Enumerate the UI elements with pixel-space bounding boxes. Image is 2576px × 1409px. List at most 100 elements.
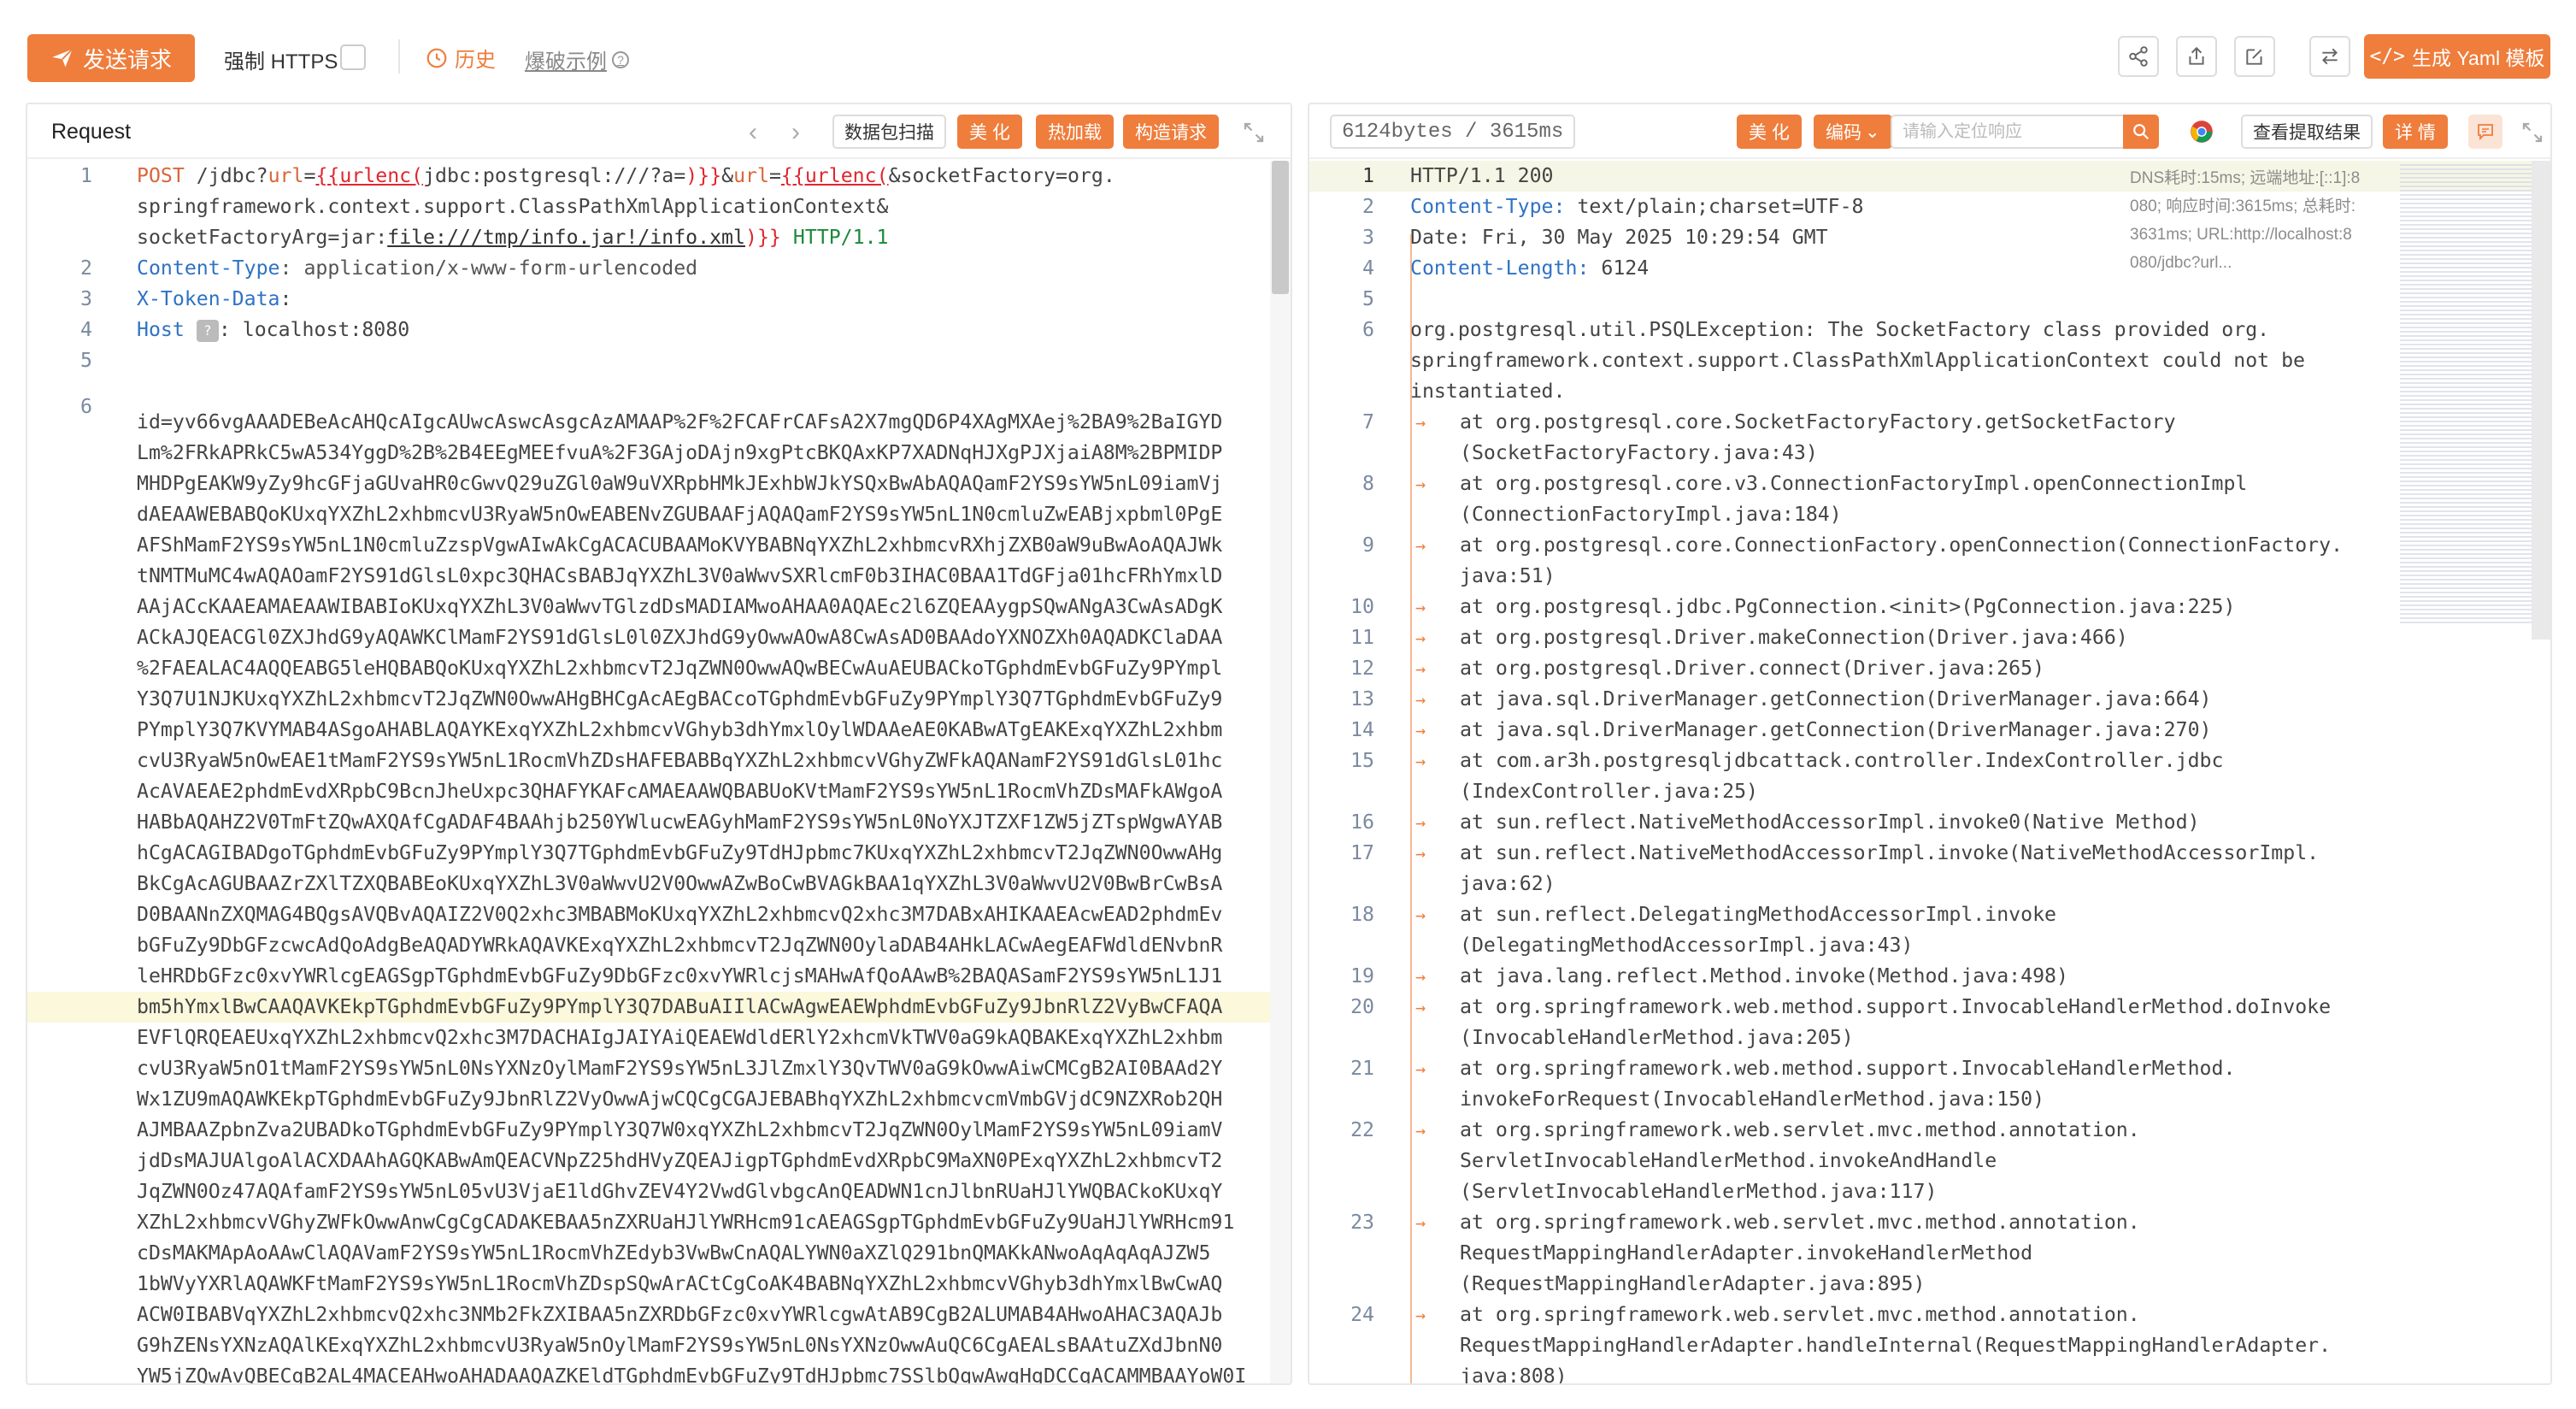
line-number: 19 [1350,964,1374,987]
line-number: 8 [1362,472,1374,495]
chrome-icon[interactable] [2190,120,2214,144]
line-number: 16 [1350,811,1374,834]
history-button[interactable]: 历史 [426,43,496,73]
response-value: (ServletInvocableHandlerMethod.java:117) [1460,1180,1938,1203]
body-line: G9hZENsYXNzAQAlKExqYXZhL2xhbmcvU3RyaW5nO… [137,1334,1223,1357]
response-line: 7 → at org.postgresql.core.SocketFactoryFa… [1309,407,2550,438]
body-line: Wx1ZU9mAQAWKEkpTGphdmEvbGFuZy9JbnRlZ2VyO… [137,1088,1223,1111]
send-request-button[interactable]: 发送请求 [27,34,195,82]
trace-arrow-icon: → [1415,812,1426,833]
code-minimap[interactable] [2400,164,2532,626]
trace-arrow-icon: → [1415,1212,1426,1233]
response-text: springframework.context.support.ClassPat… [1410,345,2305,376]
generate-yaml-label: 生成 Yaml 模板 [2412,47,2545,69]
body-line: MHDPgEAKW9yZy9hcGFjaGUvaHR0cGwvQ29uZGl0a… [137,472,1223,495]
export-button[interactable] [2176,36,2217,77]
line-number: 2 [80,256,92,280]
header-key: Content-Type: [1410,195,1566,218]
response-value: java:51) [1460,564,1556,587]
view-extract-button[interactable]: 查看提取结果 [2241,115,2373,149]
response-text: (ServletInvocableHandlerMethod.java:117) [1460,1176,1937,1207]
response-line: 21 → at org.springframework.web.method.sup… [1309,1053,2550,1084]
body-line: ACW0IBABVqYXZhL2xhbmcvQ2xhc3NMb2FkZXIBAA… [137,1303,1223,1326]
line-number: 10 [1350,595,1374,618]
beautify-response-button[interactable]: 美 化 [1737,115,1802,149]
help-icon: ? [612,50,629,68]
response-viewer[interactable]: 1 HTTP/1.1 200 2 Content-Type: text/plain;c… [1309,161,2550,1383]
next-arrow-icon[interactable]: › [791,118,800,147]
response-stats: 6124bytes / 3615ms [1330,115,1576,149]
response-value: at org.springframework.web.servlet.mvc.m… [1460,1211,2140,1234]
line-number: 2 [1362,195,1374,218]
response-value: (RequestMappingHandlerAdapter.java:895) [1460,1272,1926,1295]
prev-arrow-icon[interactable]: ‹ [749,118,757,147]
response-text: at org.postgresql.Driver.connect(Driver.… [1460,653,2044,684]
response-text: at org.postgresql.core.SocketFactoryFact… [1460,407,2176,438]
code-icon: </> [2369,45,2406,68]
trace-arrow-icon: → [1415,535,1426,556]
line-number: 20 [1350,995,1374,1018]
body-line: cvU3RyaW5nO1tMamF2YS9sYW5nL0NsYXNzOylMam… [137,1057,1223,1080]
fold-guide [1410,234,1412,1383]
encode-dropdown[interactable]: 编码 ⌄ [1814,115,1892,149]
body-line: XZhL2xhbmcvVGhyZWFkOwwAnwCgCgCADAKEBAA5n… [137,1211,1235,1234]
expand-icon[interactable] [1241,120,1267,145]
hotload-button[interactable]: 热加载 [1036,115,1114,149]
line-number: 17 [1350,841,1374,864]
response-text: (SocketFactoryFactory.java:43) [1460,438,1818,469]
response-value: at org.springframework.web.servlet.mvc.m… [1460,1303,2140,1326]
response-value: invokeForRequest(InvocableHandlerMethod.… [1460,1088,2045,1111]
toolbar-divider [398,39,400,74]
body-line: bGFuZy9DbGFzcwcAdQoAdgBeAQADYWRkAQAVKExq… [137,934,1223,957]
body-line: Lm%2FRkAPRkC5wA534YggD%2B%2B4EEgMEEfvuA%… [137,441,1223,464]
trace-arrow-icon: → [1415,689,1426,710]
trace-arrow-icon: → [1415,1305,1426,1325]
line-number: 13 [1350,687,1374,710]
share-button[interactable] [2118,36,2159,77]
swap-button[interactable] [2309,36,2350,77]
body-line: YW5jZQwAvQBECgB2AL4MACEAHwoAHADAAQAZKEld… [137,1365,1247,1383]
response-line: java:62) [1309,869,2550,899]
response-value: at java.sql.DriverManager.getConnection(… [1460,687,2212,710]
response-scrollbar[interactable] [2532,161,2550,640]
body-line: 1bWVyYXRlAQAWKFtMamF2YS9sYW5nL1RocmVhZDs… [137,1272,1223,1295]
response-line: 9 → at org.postgresql.core.ConnectionFacto… [1309,530,2550,561]
packet-scan-button[interactable]: 数据包扫描 [832,115,946,149]
response-value: at org.springframework.web.method.suppor… [1460,1057,2236,1080]
response-line: 22 → at org.springframework.web.servlet.mv… [1309,1115,2550,1146]
response-text: RequestMappingHandlerAdapter.handleInter… [1460,1330,2331,1361]
force-https-checkbox[interactable] [340,44,366,70]
locate-search-button[interactable] [2123,115,2159,149]
request-scroll-thumb[interactable] [1272,161,1289,294]
build-request-button[interactable]: 构造请求 [1123,115,1219,149]
expand-icon[interactable] [2520,120,2545,145]
locate-response-input[interactable] [1891,115,2123,149]
comment-button[interactable] [2468,115,2502,149]
request-scrollbar[interactable] [1270,161,1291,1383]
response-text: at org.springframework.web.servlet.mvc.m… [1460,1207,2140,1238]
info-line: 080/jdbc?url... [2130,254,2232,272]
history-label: 历史 [455,49,496,72]
info-line: 080; 响应时间:3615ms; 总耗时: [2130,197,2355,215]
response-text: (DelegatingMethodAccessorImpl.java:43) [1460,930,1913,961]
beautify-request-button[interactable]: 美 化 [957,115,1022,149]
brute-example-link[interactable]: 爆破示例 ? [525,44,629,74]
response-line: 19 → at java.lang.reflect.Method.invoke(Me… [1309,961,2550,992]
response-text: Content-Length: 6124 [1410,253,1649,284]
response-text: HTTP/1.1 200 [1410,161,1554,192]
response-text: (RequestMappingHandlerAdapter.java:895) [1460,1269,1925,1300]
detail-button[interactable]: 详 情 [2383,115,2448,149]
edit-button[interactable] [2234,36,2275,77]
code-line: 4 Host ?: localhost:8080 [27,315,1291,345]
trace-arrow-icon: → [1415,966,1426,987]
response-value: at sun.reflect.NativeMethodAccessorImpl.… [1460,811,2200,834]
response-line: RequestMappingHandlerAdapter.invokeHandl… [1309,1238,2550,1269]
request-editor[interactable]: 1 POST /jdbc?url={{urlenc(jdbc:postgresq… [27,161,1291,1383]
line-number: 4 [1362,256,1374,280]
response-line: 15 → at com.ar3h.postgresqljdbcattack.cont… [1309,746,2550,776]
generate-yaml-button[interactable]: </> 生成 Yaml 模板 [2364,34,2550,79]
response-line: (DelegatingMethodAccessorImpl.java:43) [1309,930,2550,961]
line-number: 5 [1362,287,1374,310]
line-number: 4 [80,318,92,341]
response-line: 18 → at sun.reflect.DelegatingMethodAccess… [1309,899,2550,930]
